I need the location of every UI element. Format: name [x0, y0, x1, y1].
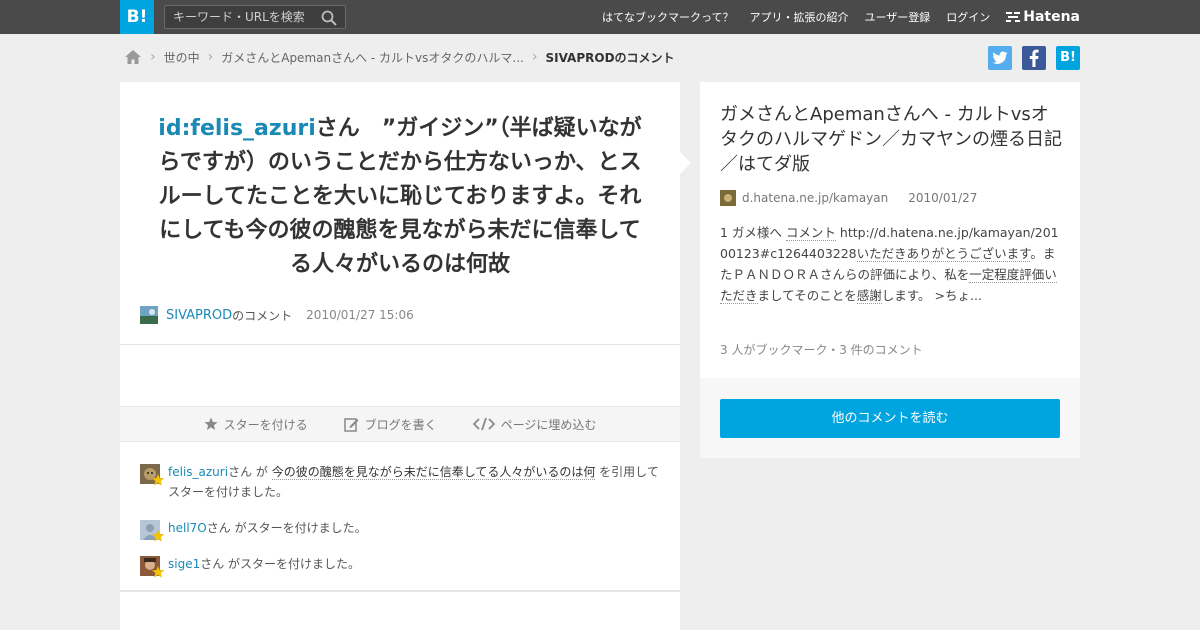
- add-star-button[interactable]: スターを付ける: [203, 416, 308, 433]
- star-item: felis_azuriさん が 今の彼の醜態を見ながら未だに信奉してる人々がいる…: [140, 462, 660, 502]
- write-blog-button[interactable]: ブログを書く: [343, 416, 437, 433]
- comment-meta: SIVAPROD のコメント 2010/01/27 15:06: [140, 306, 414, 324]
- facebook-share-button[interactable]: [1022, 46, 1046, 70]
- star-icon: [203, 417, 218, 430]
- nav-login[interactable]: ログイン: [946, 9, 990, 25]
- entry-domain-link[interactable]: d.hatena.ne.jp/kamayan: [742, 191, 888, 205]
- star-user-link[interactable]: felis_azuri: [168, 465, 228, 479]
- code-icon: [472, 417, 495, 431]
- read-other-comments-button[interactable]: 他のコメントを読む: [720, 399, 1060, 438]
- add-star-label: スターを付ける: [223, 417, 308, 432]
- keyword-link[interactable]: いただきありがとうございます: [856, 246, 1031, 262]
- site-favicon: [720, 190, 736, 206]
- top-bar: B! はてなブックマークって？ アプリ・拡張の紹介 ユーザー登録 ログイン Ha…: [0, 0, 1200, 34]
- entry-date: 2010/01/27: [908, 191, 978, 205]
- star-list: felis_azuriさん が 今の彼の醜態を見ながら未だに信奉してる人々がいる…: [140, 462, 660, 590]
- star-item: hell7Oさん がスターを付けました。: [140, 518, 660, 542]
- keyword-link[interactable]: コメント: [785, 225, 836, 241]
- nav-apps[interactable]: アプリ・拡張の紹介: [749, 9, 848, 25]
- breadcrumb-category[interactable]: 世の中: [164, 49, 200, 66]
- hatena-logo-icon: [1006, 12, 1021, 22]
- comment-body: id:felis_azuriさん ”ガイジン”（半ば疑いながらですが）のいうこと…: [120, 82, 680, 282]
- divider: [120, 344, 680, 345]
- star-text: さん がスターを付けました。: [206, 521, 367, 535]
- star-icon: [152, 474, 164, 486]
- action-bar: スターを付ける ブログを書く ページに埋め込む: [120, 406, 680, 442]
- twitter-share-button[interactable]: [988, 46, 1012, 70]
- star-quote[interactable]: 今の彼の醜態を見ながら未だに信奉してる人々がいるのは何: [271, 465, 596, 480]
- star-item: sige1さん がスターを付けました。: [140, 554, 660, 578]
- comment-card: id:felis_azuriさん ”ガイジン”（半ば疑いながらですが）のいうこと…: [120, 82, 680, 630]
- top-nav: はてなブックマークって？ アプリ・拡張の紹介 ユーザー登録 ログイン Haten…: [586, 0, 1080, 34]
- facebook-icon: [1029, 49, 1039, 67]
- author-avatar[interactable]: [140, 306, 158, 324]
- hatena-share-button[interactable]: B!: [1056, 46, 1080, 70]
- home-icon[interactable]: [124, 49, 142, 65]
- star-icon: [152, 530, 164, 542]
- entry-summary-card: ガメさんとApemanさんへ - カルトvsオタクのハルマゲドン／カマヤンの煙る…: [700, 82, 1080, 378]
- entry-summary: 1 ガメ様へ コメント http://d.hatena.ne.jp/kamaya…: [720, 222, 1060, 306]
- breadcrumb-current: SIVAPRODのコメント: [545, 50, 675, 65]
- write-blog-label: ブログを書く: [364, 417, 437, 432]
- twitter-icon: [992, 51, 1008, 64]
- chevron-right-icon: ›: [150, 49, 156, 65]
- search-box[interactable]: [164, 5, 346, 29]
- summary-text: ましてそのことを: [757, 288, 857, 303]
- star-user-link[interactable]: sige1: [168, 557, 200, 571]
- chevron-right-icon: ›: [531, 49, 538, 65]
- embed-label: ページに埋め込む: [500, 417, 597, 432]
- star-user-link[interactable]: hell7O: [168, 521, 207, 535]
- chevron-right-icon: ›: [207, 49, 214, 65]
- summary-text: 1 ガメ様へ: [720, 225, 786, 240]
- breadcrumb-entry[interactable]: ガメさんとApemanさんへ - カルトvsオタクのハルマ...: [221, 49, 524, 66]
- nav-about[interactable]: はてなブックマークって？: [602, 9, 733, 25]
- keyword-link[interactable]: 感謝: [856, 288, 882, 304]
- star-icon: [152, 566, 164, 578]
- star-text: さん がスターを付けました。: [200, 557, 361, 571]
- hatena-bookmark-logo[interactable]: B!: [120, 0, 154, 34]
- bookmark-counts[interactable]: 3 人がブックマーク・3 件のコメント: [720, 341, 923, 358]
- share-buttons: B!: [978, 46, 1080, 70]
- author-suffix: のコメント: [232, 308, 293, 323]
- author-link[interactable]: SIVAPROD: [166, 308, 232, 323]
- hatena-brand[interactable]: Hatena: [1006, 9, 1080, 25]
- entry-source: d.hatena.ne.jp/kamayan 2010/01/27: [720, 190, 977, 206]
- hatena-brand-label: Hatena: [1023, 9, 1080, 25]
- divider: [120, 590, 680, 592]
- comment-date[interactable]: 2010/01/27 15:06: [306, 308, 414, 322]
- nav-signup[interactable]: ユーザー登録: [864, 9, 930, 25]
- search-input[interactable]: [165, 6, 315, 28]
- edit-icon: [343, 417, 359, 432]
- star-text: さん が: [228, 465, 272, 479]
- entry-panel: ガメさんとApemanさんへ - カルトvsオタクのハルマゲドン／カマヤンの煙る…: [700, 82, 1080, 458]
- comment-mention-link[interactable]: id:felis_azuri: [158, 116, 315, 141]
- entry-title[interactable]: ガメさんとApemanさんへ - カルトvsオタクのハルマゲドン／カマヤンの煙る…: [720, 102, 1065, 177]
- embed-button[interactable]: ページに埋め込む: [472, 416, 597, 433]
- search-icon[interactable]: [321, 10, 337, 26]
- summary-text: します。 >ちょ...: [881, 288, 982, 303]
- card-pointer: [680, 152, 691, 174]
- breadcrumb: › 世の中 › ガメさんとApemanさんへ - カルトvsオタクのハルマ...…: [124, 46, 675, 68]
